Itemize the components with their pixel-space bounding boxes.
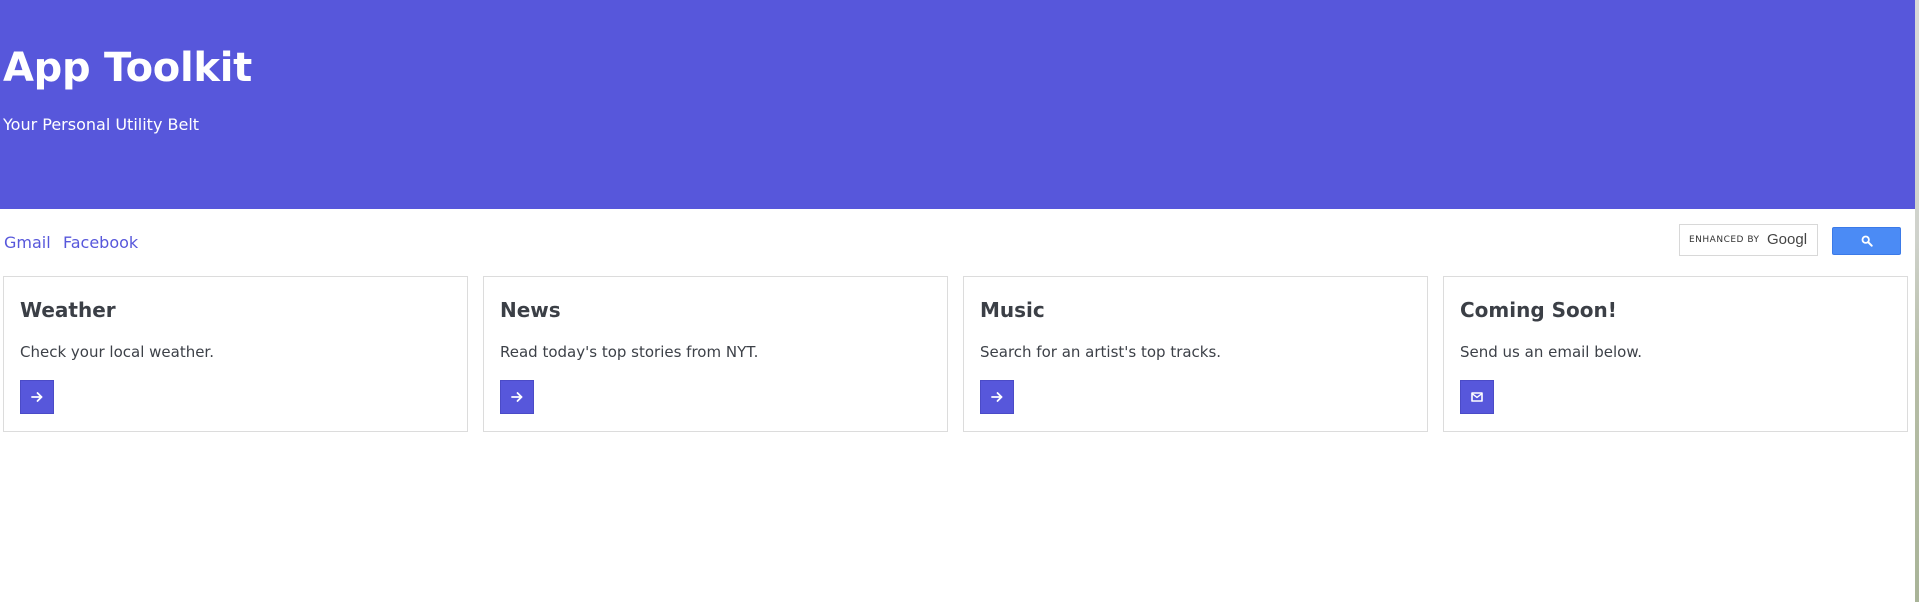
news-open-button[interactable]	[500, 380, 534, 414]
weather-card: Weather Check your local weather.	[3, 276, 468, 432]
news-card-title: News	[500, 298, 561, 322]
page-title: App Toolkit	[3, 45, 252, 91]
weather-card-title: Weather	[20, 298, 116, 322]
email-button[interactable]	[1460, 380, 1494, 414]
arrow-right-icon	[991, 392, 1003, 402]
music-open-button[interactable]	[980, 380, 1014, 414]
page: App Toolkit Your Personal Utility Belt G…	[0, 0, 1919, 602]
gmail-link[interactable]: Gmail	[4, 233, 51, 253]
google-search-input[interactable]: ENHANCED BY Googl	[1679, 224, 1818, 256]
right-edge-strip	[1915, 0, 1919, 602]
hero-banner: App Toolkit Your Personal Utility Belt	[0, 0, 1915, 209]
page-subtitle: Your Personal Utility Belt	[3, 115, 200, 134]
facebook-link[interactable]: Facebook	[63, 233, 138, 253]
google-branding-text: Googl	[1767, 231, 1808, 248]
search-branding-label: ENHANCED BY	[1689, 235, 1760, 245]
news-card-description: Read today's top stories from NYT.	[500, 343, 759, 361]
news-card: News Read today's top stories from NYT.	[483, 276, 948, 432]
music-card: Music Search for an artist's top tracks.	[963, 276, 1428, 432]
search-icon	[1861, 235, 1873, 247]
music-card-description: Search for an artist's top tracks.	[980, 343, 1222, 361]
search-button[interactable]	[1832, 227, 1901, 255]
music-card-title: Music	[980, 298, 1045, 322]
coming-soon-card: Coming Soon! Send us an email below.	[1443, 276, 1908, 432]
weather-card-description: Check your local weather.	[20, 343, 214, 361]
coming-soon-card-description: Send us an email below.	[1460, 343, 1642, 361]
mail-icon	[1471, 392, 1483, 402]
arrow-right-icon	[31, 392, 43, 402]
arrow-right-icon	[511, 392, 523, 402]
coming-soon-card-title: Coming Soon!	[1460, 298, 1617, 322]
weather-open-button[interactable]	[20, 380, 54, 414]
